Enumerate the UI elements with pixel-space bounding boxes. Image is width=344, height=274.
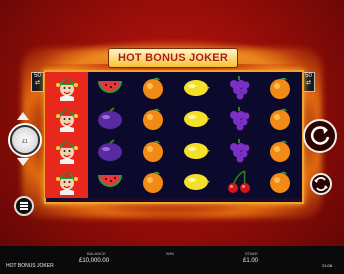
reel-3 (131, 72, 174, 198)
joker-symbol (45, 104, 88, 135)
orange-symbol (258, 104, 301, 135)
orange-symbol (131, 135, 174, 166)
paylines-symbol-left: ⇄ (34, 80, 41, 86)
joker-symbol (45, 167, 88, 198)
grapes-symbol (217, 104, 260, 135)
reel-4 (174, 72, 217, 198)
plum-symbol (88, 104, 131, 135)
menu-button[interactable] (14, 196, 34, 216)
orange-symbol (258, 135, 301, 166)
game-name: HOT BONUS JOKER (6, 263, 54, 269)
lemon-symbol (174, 72, 217, 103)
bet-coin-value: £1 (22, 139, 28, 145)
balance-value: £10,000.00 (79, 258, 110, 264)
balance-label: BALANCE (87, 251, 106, 256)
bottom-bar: HOT BONUS JOKER BALANCE £10,000.00 WIN S… (0, 246, 344, 274)
menu-icon (20, 202, 28, 204)
cherry-symbol (217, 167, 260, 198)
autoplay-icon (314, 177, 328, 191)
watermelon-symbol (88, 167, 131, 198)
bet-down-icon[interactable] (17, 158, 29, 166)
grapes-symbol (217, 135, 260, 166)
stake-label: STAKE (245, 251, 258, 256)
orange-symbol (131, 72, 174, 103)
orange-symbol (131, 167, 174, 198)
autoplay-button[interactable] (310, 173, 332, 195)
menu-icon-line (20, 208, 28, 210)
paylines-count-right: 50 (305, 73, 312, 79)
joker-symbol (45, 135, 88, 166)
paylines-badge-left: 50 ⇄ (31, 72, 44, 92)
reel-1 (45, 72, 88, 198)
win-label: WIN (166, 251, 174, 256)
orange-symbol (258, 167, 301, 198)
spin-button[interactable] (303, 119, 337, 153)
lemon-symbol (174, 135, 217, 166)
lemon-symbol (174, 167, 217, 198)
game-stage: HOT BONUS JOKER 50 ⇄ 50 ⇄ £1 HOT BONUS J… (0, 0, 344, 274)
reel-2 (88, 72, 131, 198)
lemon-symbol (174, 104, 217, 135)
spin-arrow-icon (310, 126, 330, 145)
reel-6 (258, 72, 301, 198)
joker-symbol (45, 72, 88, 103)
reel-5 (217, 72, 260, 198)
orange-symbol (131, 104, 174, 135)
paylines-count-left: 50 (34, 73, 41, 79)
grapes-symbol (217, 72, 260, 103)
clock: 21:08 (322, 263, 333, 268)
watermelon-symbol (88, 72, 131, 103)
stake-value: £1.00 (243, 258, 259, 264)
game-logo: HOT BONUS JOKER (108, 48, 238, 68)
plum-symbol (88, 135, 131, 166)
bet-up-icon[interactable] (17, 112, 29, 120)
orange-symbol (258, 72, 301, 103)
menu-icon-line (20, 205, 28, 207)
paylines-symbol-right: ⇄ (305, 80, 312, 86)
bet-coin-button[interactable]: £1 (10, 125, 40, 155)
